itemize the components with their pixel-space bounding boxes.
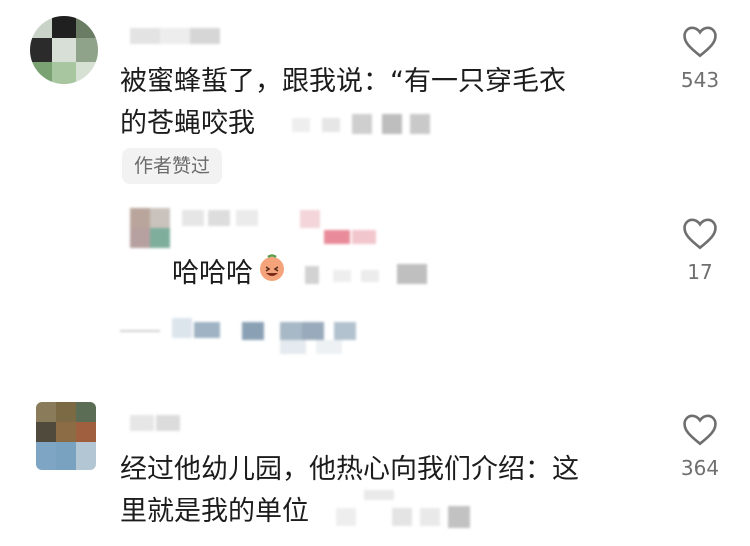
timestamp-redacted — [292, 112, 432, 136]
timestamp-redacted — [336, 490, 476, 530]
heart-outline-icon[interactable] — [681, 24, 719, 58]
like-count: 364 — [680, 456, 720, 480]
reply-text-content: 哈哈哈 — [172, 258, 253, 289]
comment-text-line1: 经过他幼儿园，他热心向我们介绍：这 — [120, 454, 579, 485]
like-button[interactable]: 364 — [670, 412, 730, 480]
reply-user-redacted[interactable] — [130, 208, 380, 248]
username-redacted[interactable] — [130, 28, 220, 44]
reply-text: 哈哈哈 — [172, 252, 287, 297]
heart-outline-icon[interactable] — [681, 216, 719, 250]
reply-timestamp-redacted — [305, 262, 435, 286]
username-redacted[interactable] — [130, 415, 180, 431]
expand-replies-redacted[interactable] — [120, 318, 370, 358]
avatar[interactable] — [36, 402, 96, 470]
like-button[interactable]: 543 — [670, 24, 730, 92]
author-liked-badge: 作者赞过 — [122, 148, 223, 184]
comment-text-line2: 里就是我的单位 — [120, 496, 309, 527]
heart-outline-icon[interactable] — [681, 412, 719, 446]
laughing-face-emoji — [257, 253, 287, 297]
like-count: 17 — [687, 260, 713, 284]
like-button[interactable]: 17 — [670, 216, 730, 284]
avatar[interactable] — [30, 16, 98, 84]
comment-text-line1: 被蜜蜂蜇了，跟我说：“有一只穿毛衣 — [120, 66, 566, 97]
comment-text-line2: 的苍蝇咬我 — [120, 108, 255, 139]
like-count: 543 — [680, 68, 720, 92]
